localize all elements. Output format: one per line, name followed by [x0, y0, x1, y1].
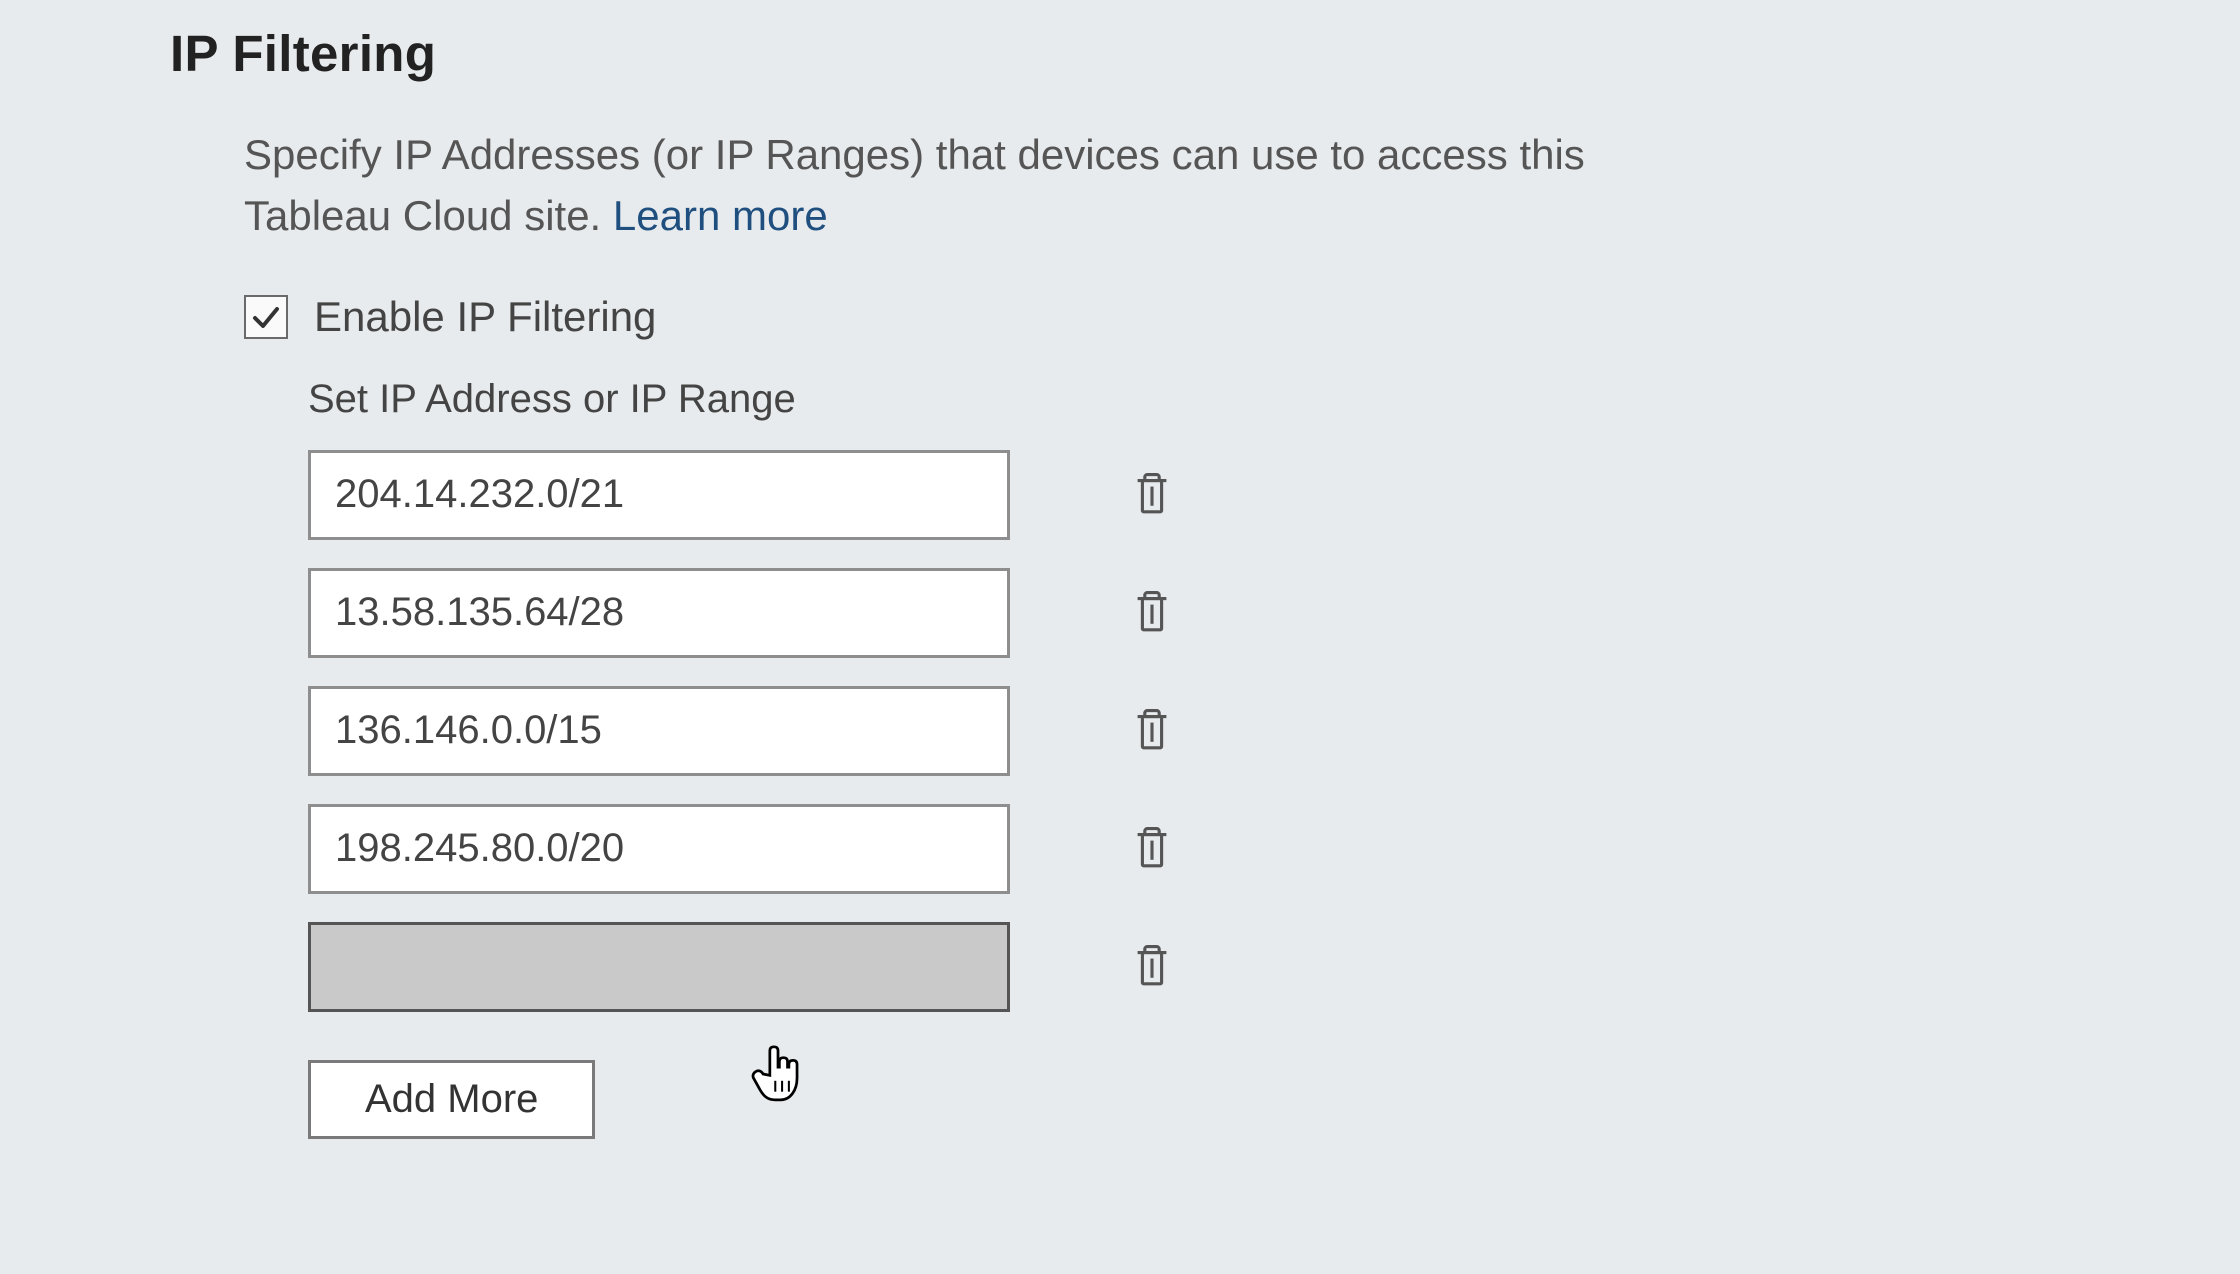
- description-text: Specify IP Addresses (or IP Ranges) that…: [244, 131, 1585, 239]
- delete-ip-button[interactable]: [1130, 587, 1174, 639]
- trash-icon: [1132, 943, 1172, 991]
- delete-ip-button[interactable]: [1130, 705, 1174, 757]
- trash-icon: [1132, 471, 1172, 519]
- trash-icon: [1132, 589, 1172, 637]
- ip-row: [308, 686, 2070, 776]
- ip-address-input[interactable]: [308, 686, 1010, 776]
- trash-icon: [1132, 825, 1172, 873]
- learn-more-link[interactable]: Learn more: [613, 192, 828, 239]
- check-icon: [250, 301, 282, 333]
- ip-address-input[interactable]: [308, 568, 1010, 658]
- ip-address-input[interactable]: [308, 804, 1010, 894]
- ip-range-sublabel: Set IP Address or IP Range: [308, 377, 2070, 422]
- section-title: IP Filtering: [170, 24, 2070, 83]
- ip-rows-container: [308, 450, 2070, 1012]
- enable-ip-filtering-checkbox[interactable]: [244, 295, 288, 339]
- trash-icon: [1132, 707, 1172, 755]
- section-description: Specify IP Addresses (or IP Ranges) that…: [244, 125, 1724, 247]
- delete-ip-button[interactable]: [1130, 941, 1174, 993]
- ip-address-input[interactable]: [308, 450, 1010, 540]
- delete-ip-button[interactable]: [1130, 823, 1174, 875]
- ip-row: [308, 450, 2070, 540]
- add-more-button[interactable]: Add More: [308, 1060, 595, 1139]
- delete-ip-button[interactable]: [1130, 469, 1174, 521]
- ip-address-input[interactable]: [308, 922, 1010, 1012]
- ip-row: [308, 804, 2070, 894]
- enable-ip-filtering-row[interactable]: Enable IP Filtering: [244, 293, 2070, 341]
- ip-row: [308, 568, 2070, 658]
- enable-ip-filtering-label: Enable IP Filtering: [314, 293, 656, 341]
- ip-row: [308, 922, 2070, 1012]
